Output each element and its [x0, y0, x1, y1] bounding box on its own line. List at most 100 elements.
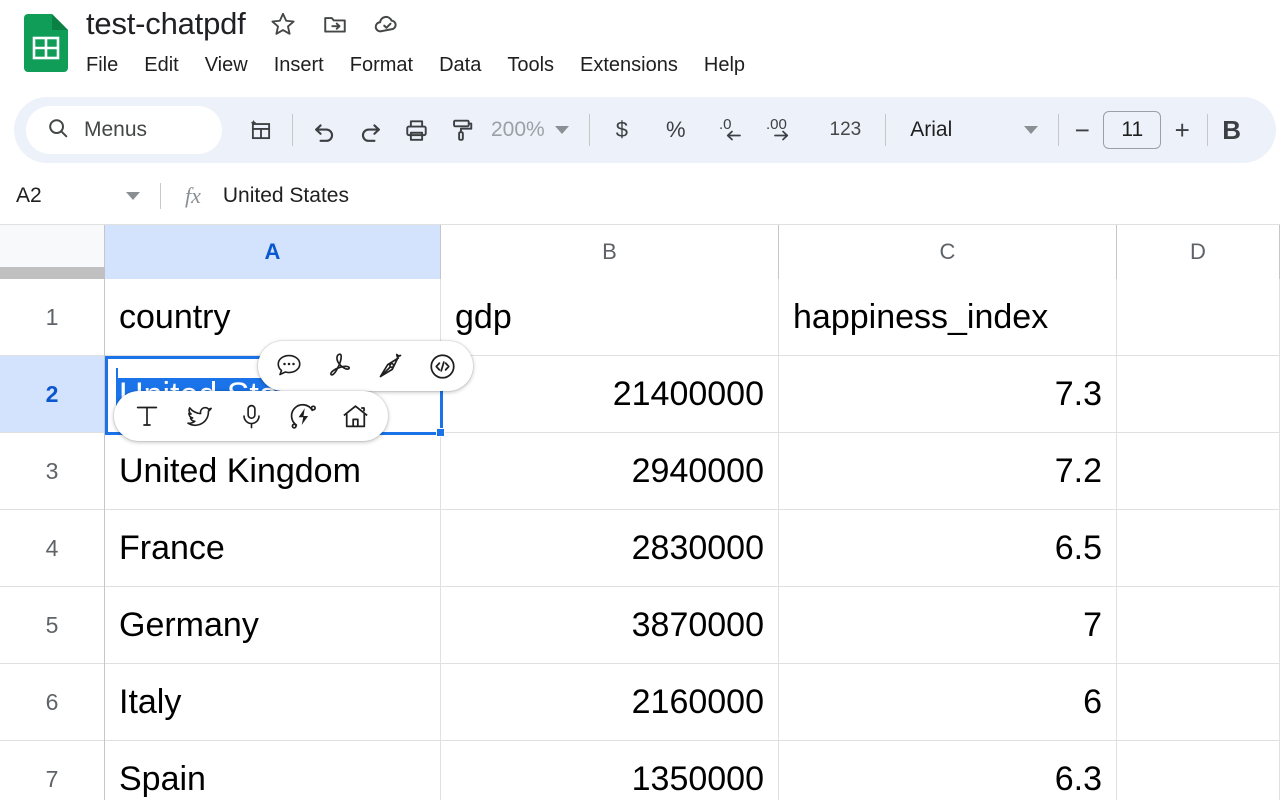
- svg-text:.00: .00: [766, 116, 787, 133]
- cell-b4[interactable]: 2830000: [441, 510, 779, 587]
- text-tool-icon[interactable]: [130, 399, 164, 433]
- menu-item-data[interactable]: Data: [426, 52, 494, 79]
- row-header-5[interactable]: 5: [0, 587, 104, 664]
- twitter-bird-icon[interactable]: [182, 399, 216, 433]
- decrease-decimal-icon[interactable]: .0: [712, 107, 758, 153]
- undo-icon[interactable]: [301, 107, 347, 153]
- cell-a3[interactable]: United Kingdom: [105, 433, 441, 510]
- insert-table-icon[interactable]: [238, 107, 284, 153]
- column-header-a[interactable]: A: [105, 225, 441, 279]
- cell-c6[interactable]: 6: [779, 664, 1117, 741]
- menu-item-tools[interactable]: Tools: [494, 52, 567, 79]
- cell-a4[interactable]: France: [105, 510, 441, 587]
- print-icon[interactable]: [393, 107, 439, 153]
- column-header-b[interactable]: B: [441, 225, 779, 279]
- column-header-d[interactable]: D: [1117, 225, 1280, 279]
- toolbar-pill: Menus 200% $ % .0 .00 123 Arial − 11 + B: [14, 97, 1276, 163]
- formula-bar: A2 fx United States: [0, 167, 1280, 225]
- cell-c3[interactable]: 7.2: [779, 433, 1117, 510]
- document-title[interactable]: test-chatpdf: [86, 6, 246, 42]
- font-size-input[interactable]: 11: [1103, 111, 1162, 149]
- microphone-icon[interactable]: [234, 399, 268, 433]
- row-header-7[interactable]: 7: [0, 741, 104, 800]
- function-icon[interactable]: fx: [185, 183, 201, 209]
- bold-button[interactable]: B: [1222, 115, 1241, 146]
- zoom-control[interactable]: 200%: [491, 118, 569, 142]
- menu-item-insert[interactable]: Insert: [261, 52, 337, 79]
- chevron-down-icon: [554, 126, 569, 134]
- cell-d7[interactable]: [1117, 741, 1280, 800]
- top-bar: test-chatpdf File Edit View Insert Forma…: [0, 0, 1280, 92]
- currency-format-button[interactable]: $: [610, 107, 634, 153]
- increase-decimal-icon[interactable]: .00: [758, 107, 814, 153]
- row-header-1[interactable]: 1: [0, 279, 104, 356]
- paint-format-icon[interactable]: [439, 107, 485, 153]
- row-header-3[interactable]: 3: [0, 433, 104, 510]
- cell-d1[interactable]: [1117, 279, 1280, 356]
- cell-d2[interactable]: [1117, 356, 1280, 433]
- cell-b2[interactable]: 21400000: [441, 356, 779, 433]
- home-icon[interactable]: [338, 399, 372, 433]
- search-icon: [46, 116, 70, 145]
- cell-d6[interactable]: [1117, 664, 1280, 741]
- cell-a5[interactable]: Germany: [105, 587, 441, 664]
- menu-item-view[interactable]: View: [192, 52, 261, 79]
- pen-nib-icon[interactable]: [374, 349, 408, 383]
- menu-item-format[interactable]: Format: [337, 52, 426, 79]
- fill-handle[interactable]: [436, 428, 445, 437]
- menu-item-file[interactable]: File: [86, 52, 131, 79]
- table-row: United Kingdom 2940000 7.2: [105, 433, 1280, 510]
- cell-b7[interactable]: 1350000: [441, 741, 779, 800]
- cell-d5[interactable]: [1117, 587, 1280, 664]
- column-headers: A B C D: [105, 225, 1280, 279]
- row-header-2[interactable]: 2: [0, 356, 104, 433]
- cell-b1[interactable]: gdp: [441, 279, 779, 356]
- select-all-corner[interactable]: [0, 225, 105, 279]
- menu-item-extensions[interactable]: Extensions: [567, 52, 691, 79]
- font-family-select[interactable]: Arial: [910, 118, 952, 142]
- star-icon[interactable]: [268, 9, 298, 39]
- table-row: France 2830000 6.5: [105, 510, 1280, 587]
- increase-font-size-button[interactable]: +: [1167, 115, 1197, 146]
- chevron-down-icon[interactable]: [1024, 126, 1039, 134]
- search-placeholder-label: Menus: [84, 118, 148, 141]
- floating-toolbar-top: [258, 341, 473, 391]
- google-sheets-logo[interactable]: [24, 14, 68, 72]
- table-row: Germany 3870000 7: [105, 587, 1280, 664]
- percent-format-button[interactable]: %: [660, 107, 692, 153]
- redo-icon[interactable]: [347, 107, 393, 153]
- cell-c1[interactable]: happiness_index: [779, 279, 1117, 356]
- number-format-button[interactable]: 123: [824, 107, 868, 153]
- cell-d4[interactable]: [1117, 510, 1280, 587]
- menu-item-help[interactable]: Help: [691, 52, 758, 79]
- lightning-bolt-icon[interactable]: [286, 399, 320, 433]
- cell-b5[interactable]: 3870000: [441, 587, 779, 664]
- name-box[interactable]: A2: [0, 184, 160, 208]
- row-header-6[interactable]: 6: [0, 664, 104, 741]
- cell-c4[interactable]: 6.5: [779, 510, 1117, 587]
- row-header-4[interactable]: 4: [0, 510, 104, 587]
- search-input[interactable]: Menus: [26, 106, 222, 154]
- cell-c5[interactable]: 7: [779, 587, 1117, 664]
- decrease-font-size-button[interactable]: −: [1067, 115, 1097, 146]
- cell-a7[interactable]: Spain: [105, 741, 441, 800]
- code-brackets-icon[interactable]: [425, 349, 459, 383]
- toolbar-divider: [588, 114, 590, 146]
- move-to-folder-icon[interactable]: [320, 9, 350, 39]
- cell-d3[interactable]: [1117, 433, 1280, 510]
- name-box-value: A2: [16, 183, 42, 207]
- cell-b6[interactable]: 2160000: [441, 664, 779, 741]
- cloud-saved-icon[interactable]: [372, 9, 402, 39]
- column-header-c[interactable]: C: [779, 225, 1117, 279]
- cell-c2[interactable]: 7.3: [779, 356, 1117, 433]
- formula-input[interactable]: United States: [223, 184, 349, 208]
- menu-bar: File Edit View Insert Format Data Tools …: [86, 48, 758, 82]
- adobe-acrobat-icon[interactable]: [323, 349, 357, 383]
- chevron-down-icon[interactable]: [126, 191, 140, 200]
- cell-c7[interactable]: 6.3: [779, 741, 1117, 800]
- comment-bubble-icon[interactable]: [272, 349, 306, 383]
- cell-b3[interactable]: 2940000: [441, 433, 779, 510]
- title-row: test-chatpdf: [86, 4, 402, 44]
- cell-a6[interactable]: Italy: [105, 664, 441, 741]
- menu-item-edit[interactable]: Edit: [131, 52, 191, 79]
